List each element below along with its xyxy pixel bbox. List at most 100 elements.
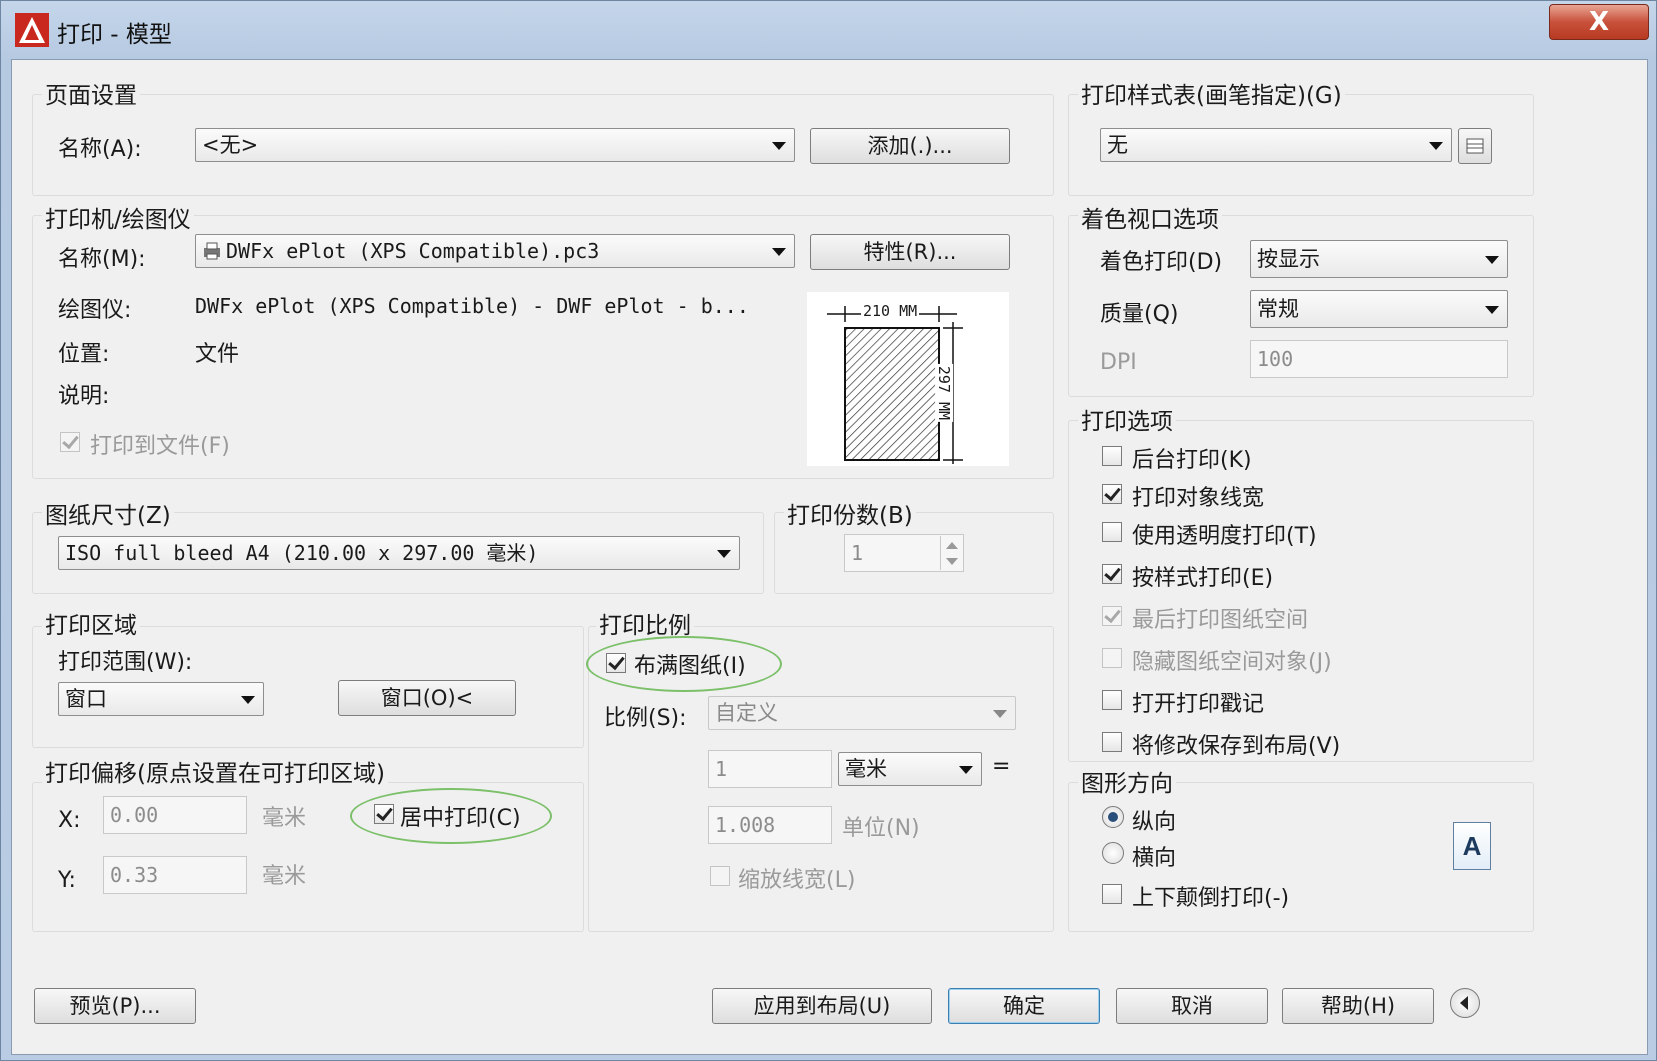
printer-legend: 打印机/绘图仪 bbox=[42, 200, 194, 234]
landscape-label: 横向 bbox=[1132, 846, 1177, 871]
preview-width-label: 210 MM bbox=[861, 302, 920, 320]
help-button[interactable]: 帮助(H) bbox=[1282, 988, 1434, 1024]
plot-lineweights-label: 打印对象线宽 bbox=[1132, 486, 1265, 511]
chevron-down-icon bbox=[717, 550, 731, 558]
scale-unit2-label: 单位(N) bbox=[842, 816, 920, 841]
paper-size-legend: 图纸尺寸(Z) bbox=[42, 496, 174, 530]
chevron-down-icon bbox=[1429, 142, 1443, 150]
chevron-down-icon bbox=[993, 710, 1007, 718]
background-plot-checkbox[interactable] bbox=[1102, 446, 1122, 466]
plot-range-select[interactable]: 窗口 bbox=[58, 682, 264, 716]
plot-range-value: 窗口 bbox=[65, 687, 107, 711]
plot-style-legend: 打印样式表(画笔指定)(G) bbox=[1078, 76, 1345, 110]
offset-y-input[interactable]: 0.33 bbox=[103, 856, 247, 894]
chevron-down-icon bbox=[1485, 256, 1499, 264]
copies-legend: 打印份数(B) bbox=[784, 496, 916, 530]
fit-to-paper-checkbox[interactable] bbox=[606, 653, 626, 673]
plot-paperspace-last-checkbox[interactable] bbox=[1102, 606, 1122, 626]
plot-to-file-label: 打印到文件(F) bbox=[90, 434, 230, 459]
apply-to-layout-button[interactable]: 应用到布局(U) bbox=[712, 988, 932, 1024]
edit-plot-style-button[interactable] bbox=[1458, 128, 1492, 164]
cancel-button[interactable]: 取消 bbox=[1116, 988, 1268, 1024]
ok-button[interactable]: 确定 bbox=[948, 988, 1100, 1024]
preview-button[interactable]: 预览(P)... bbox=[34, 988, 196, 1024]
close-button[interactable]: X bbox=[1549, 4, 1649, 40]
chevron-down-icon bbox=[959, 766, 973, 774]
printer-properties-button[interactable]: 特性(R)... bbox=[810, 234, 1010, 270]
scale-select[interactable]: 自定义 bbox=[708, 696, 1016, 730]
save-changes-label: 将修改保存到布局(V) bbox=[1132, 734, 1341, 759]
page-setup-name-label: 名称(A): bbox=[58, 137, 142, 162]
scale-unit-select[interactable]: 毫米 bbox=[838, 752, 982, 786]
upside-down-checkbox[interactable] bbox=[1102, 884, 1122, 904]
portrait-radio[interactable] bbox=[1102, 806, 1124, 828]
plot-transparency-label: 使用透明度打印(T) bbox=[1132, 524, 1317, 549]
quality-label: 质量(Q) bbox=[1100, 302, 1179, 327]
plot-range-label: 打印范围(W): bbox=[58, 650, 193, 675]
offset-y-label: Y: bbox=[58, 868, 76, 893]
chevron-down-icon bbox=[772, 248, 786, 256]
shaded-viewport-legend: 着色视口选项 bbox=[1078, 200, 1222, 234]
plot-with-styles-checkbox[interactable] bbox=[1102, 564, 1122, 584]
center-plot-label: 居中打印(C) bbox=[400, 806, 521, 831]
hide-paperspace-objects-checkbox[interactable] bbox=[1102, 648, 1122, 668]
landscape-radio[interactable] bbox=[1102, 842, 1124, 864]
fit-to-paper-label: 布满图纸(I) bbox=[634, 654, 746, 679]
scale-lineweights-checkbox[interactable] bbox=[710, 866, 730, 886]
save-changes-checkbox[interactable] bbox=[1102, 732, 1122, 752]
plot-scale-legend: 打印比例 bbox=[596, 606, 694, 640]
orientation-preview-icon: A bbox=[1453, 822, 1491, 870]
dpi-input[interactable]: 100 bbox=[1250, 340, 1508, 378]
location-label: 位置: bbox=[58, 342, 110, 367]
scale-label: 比例(S): bbox=[604, 706, 687, 731]
plot-transparency-checkbox[interactable] bbox=[1102, 522, 1122, 542]
plotter-label: 绘图仪: bbox=[58, 298, 132, 323]
page-setup-name-value: <无> bbox=[202, 133, 259, 157]
dialog-body: 页面设置 名称(A): <无> 添加(.)... 打印机/绘图仪 名称(M): … bbox=[11, 59, 1648, 1055]
page-setup-name-select[interactable]: <无> bbox=[195, 128, 795, 162]
paper-size-value: ISO full bleed A4 (210.00 x 297.00 毫米) bbox=[65, 541, 539, 565]
plot-stamp-label: 打开打印戳记 bbox=[1132, 692, 1265, 717]
hide-paperspace-objects-label: 隐藏图纸空间对象(J) bbox=[1132, 650, 1332, 675]
chevron-down-icon bbox=[1485, 306, 1499, 314]
plot-dialog: 打印 - 模型 X 页面设置 名称(A): <无> 添加(.)... 打印机/绘… bbox=[0, 0, 1657, 1061]
shade-plot-value: 按显示 bbox=[1257, 247, 1320, 271]
scale-value: 自定义 bbox=[715, 701, 778, 725]
quality-select[interactable]: 常规 bbox=[1250, 290, 1508, 328]
dpi-label: DPI bbox=[1100, 350, 1137, 375]
spin-down-icon[interactable] bbox=[946, 558, 958, 565]
window-pick-button[interactable]: 窗口(O)< bbox=[338, 680, 516, 716]
plot-style-select[interactable]: 无 bbox=[1100, 128, 1452, 162]
plot-area-legend: 打印区域 bbox=[42, 606, 140, 640]
scale-value2-input[interactable]: 1.008 bbox=[708, 806, 832, 844]
printer-icon bbox=[204, 242, 220, 260]
shade-plot-select[interactable]: 按显示 bbox=[1250, 240, 1508, 278]
portrait-label: 纵向 bbox=[1132, 810, 1177, 835]
add-page-setup-button[interactable]: 添加(.)... bbox=[810, 128, 1010, 164]
paper-preview: 210 MM 297 MM bbox=[807, 292, 1009, 466]
chevron-down-icon bbox=[241, 696, 255, 704]
orientation-legend: 图形方向 bbox=[1078, 764, 1176, 798]
collapse-options-button[interactable] bbox=[1450, 988, 1480, 1018]
upside-down-label: 上下颠倒打印(-) bbox=[1132, 886, 1290, 911]
printer-name-select[interactable]: DWFx ePlot (XPS Compatible).pc3 bbox=[195, 234, 795, 268]
printer-name-label: 名称(M): bbox=[58, 247, 146, 272]
printer-name-value: DWFx ePlot (XPS Compatible).pc3 bbox=[226, 239, 600, 263]
center-plot-checkbox[interactable] bbox=[374, 804, 394, 824]
plot-stamp-checkbox[interactable] bbox=[1102, 690, 1122, 710]
plot-lineweights-checkbox[interactable] bbox=[1102, 484, 1122, 504]
scale-lineweights-label: 缩放线宽(L) bbox=[738, 868, 856, 893]
plot-to-file-checkbox[interactable] bbox=[60, 432, 80, 452]
window-title: 打印 - 模型 bbox=[57, 22, 172, 48]
plot-with-styles-label: 按样式打印(E) bbox=[1132, 566, 1274, 591]
offset-x-input[interactable]: 0.00 bbox=[103, 796, 247, 834]
copies-spinner[interactable] bbox=[940, 536, 963, 570]
spin-up-icon[interactable] bbox=[946, 542, 958, 549]
chevron-left-icon bbox=[1460, 996, 1468, 1010]
paper-size-select[interactable]: ISO full bleed A4 (210.00 x 297.00 毫米) bbox=[58, 536, 740, 570]
offset-y-unit: 毫米 bbox=[262, 864, 307, 889]
background-plot-label: 后台打印(K) bbox=[1132, 448, 1252, 473]
scale-value1-input[interactable]: 1 bbox=[708, 750, 832, 788]
orientation-icon-letter: A bbox=[1462, 831, 1482, 861]
preview-height-label: 297 MM bbox=[935, 363, 954, 423]
